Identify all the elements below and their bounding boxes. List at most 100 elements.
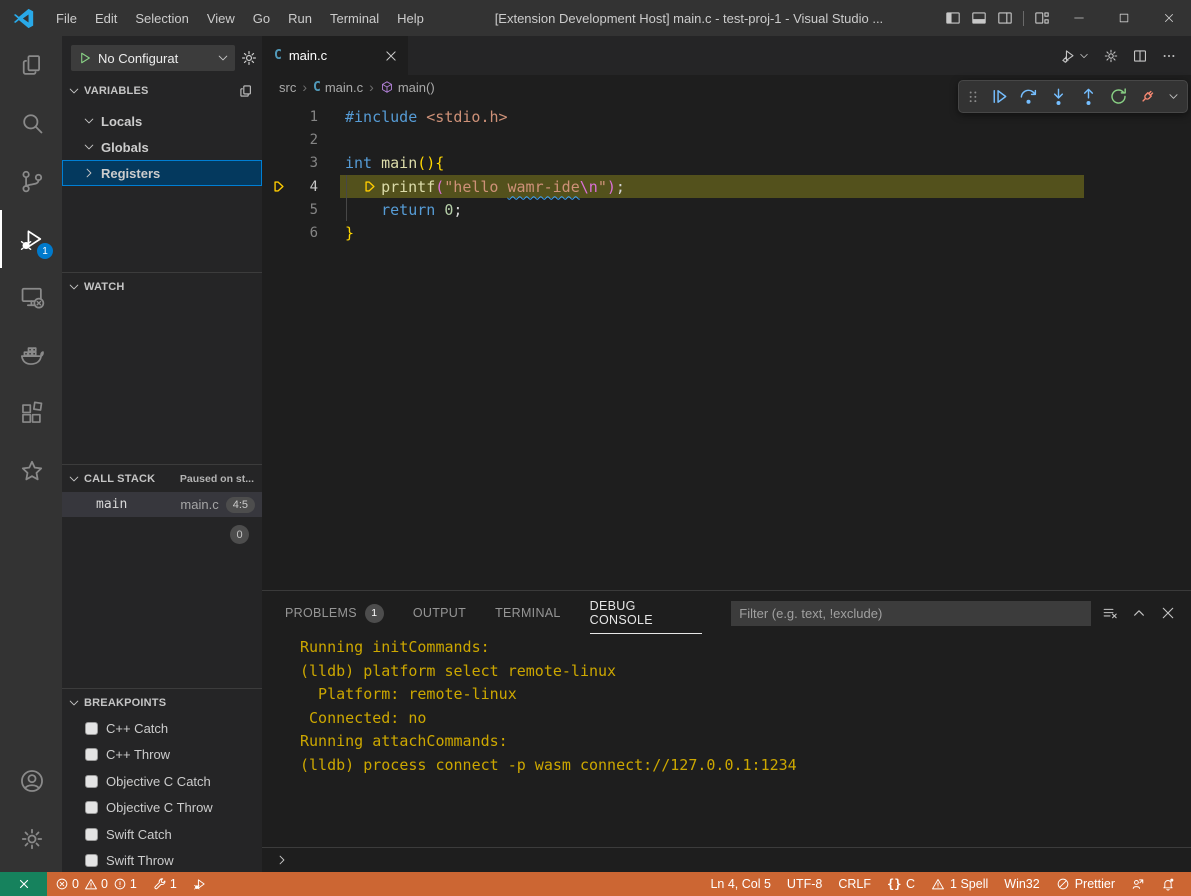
statusbar-cursor-position[interactable]: Ln 4, Col 5 <box>702 872 778 896</box>
statusbar-notifications[interactable] <box>1153 872 1183 896</box>
menu-view[interactable]: View <box>198 0 244 36</box>
menu-run[interactable]: Run <box>279 0 321 36</box>
menu-file[interactable]: File <box>47 0 86 36</box>
activity-search[interactable] <box>0 94 62 152</box>
activity-remote-explorer[interactable] <box>0 268 62 326</box>
breakpoint-checkbox[interactable] <box>85 828 98 841</box>
console-filter-input[interactable] <box>731 601 1091 626</box>
statusbar-encoding[interactable]: UTF-8 <box>779 872 830 896</box>
status-part: 1 <box>113 877 137 891</box>
menu-edit[interactable]: Edit <box>86 0 126 36</box>
breakpoint-checkbox[interactable] <box>85 801 98 814</box>
debug-chevron-down-icon[interactable] <box>1167 86 1180 107</box>
scope-locals[interactable]: Locals <box>62 108 262 134</box>
search-icon <box>19 110 45 136</box>
breakpoint-checkbox[interactable] <box>85 854 98 867</box>
panel-tab-terminal[interactable]: TERMINAL <box>495 599 561 627</box>
code-text: return 0; <box>318 201 462 219</box>
statusbar-tools-status[interactable]: 1 <box>145 872 185 896</box>
run-or-debug-button[interactable] <box>1061 48 1090 64</box>
breakpoint-row[interactable]: Swift Catch <box>62 821 262 848</box>
statusbar-feedback[interactable] <box>1123 872 1153 896</box>
debug-config-dropdown[interactable]: No Configurat <box>71 45 235 71</box>
menu-terminal[interactable]: Terminal <box>321 0 388 36</box>
statusbar-formatter[interactable]: Prettier <box>1048 872 1123 896</box>
code-editor[interactable]: 1#include <stdio.h>23int main(){4 printf… <box>262 99 1191 590</box>
breadcrumb-item[interactable]: Cmain.c <box>313 80 363 95</box>
activity-extensions[interactable] <box>0 384 62 442</box>
statusbar-language-mode[interactable]: {}C <box>879 872 923 896</box>
breakpoint-row[interactable]: Swift Throw <box>62 848 262 875</box>
breakpoint-checkbox[interactable] <box>85 775 98 788</box>
debug-step-into-icon[interactable] <box>1048 86 1069 107</box>
debug-settings-gear-icon[interactable] <box>240 49 258 67</box>
statusbar-remote-indicator[interactable] <box>0 872 47 896</box>
breakpoint-checkbox[interactable] <box>85 748 98 761</box>
debug-step-out-icon[interactable] <box>1078 86 1099 107</box>
activity-explorer[interactable] <box>0 36 62 94</box>
clear-console-icon[interactable] <box>1102 605 1118 621</box>
breadcrumb-separator: › <box>302 79 307 95</box>
debug-console-input[interactable] <box>262 847 1191 872</box>
activity-docker[interactable] <box>0 326 62 384</box>
debug-disconnect-icon[interactable] <box>1137 86 1158 107</box>
watch-header[interactable]: WATCH <box>62 273 262 295</box>
breadcrumb-item[interactable]: main() <box>380 80 435 95</box>
statusbar-platform[interactable]: Win32 <box>996 872 1047 896</box>
breakpoints-header[interactable]: BREAKPOINTS <box>62 689 262 711</box>
debug-drag-grip-icon[interactable] <box>966 86 980 107</box>
variables-header[interactable]: VARIABLES <box>62 80 262 102</box>
vscode-window: { "window": { "title": "[Extension Devel… <box>0 0 1191 896</box>
debug-restart-icon[interactable] <box>1108 86 1129 107</box>
close-panel-icon[interactable] <box>1160 605 1176 621</box>
copy-icon[interactable] <box>238 83 254 99</box>
stack-frame-row[interactable]: main main.c 4:5 <box>62 492 262 517</box>
call-stack-header[interactable]: CALL STACK Paused on st... <box>62 465 262 487</box>
breakpoint-row[interactable]: C++ Catch <box>62 715 262 742</box>
close-button[interactable] <box>1146 0 1191 36</box>
activity-badge: 1 <box>37 243 53 259</box>
more-actions-icon[interactable] <box>1161 48 1177 64</box>
toggle-panel-icon[interactable] <box>971 10 987 26</box>
minimize-button[interactable] <box>1056 0 1101 36</box>
toggle-secondary-sidebar-icon[interactable] <box>997 10 1013 26</box>
debug-run-icon[interactable] <box>1061 48 1077 64</box>
debug-step-over-icon[interactable] <box>1018 86 1039 107</box>
statusbar-spell-checker[interactable]: 1 Spell <box>923 872 996 896</box>
editor-settings-gear-icon[interactable] <box>1103 48 1119 64</box>
activity-accounts[interactable] <box>0 752 62 810</box>
start-debugging-icon[interactable] <box>77 50 93 66</box>
maximize-button[interactable] <box>1101 0 1146 36</box>
panel-tab-debug-console[interactable]: DEBUG CONSOLE <box>590 592 703 634</box>
debug-console-output[interactable]: Running initCommands:(lldb) platform sel… <box>262 635 1191 847</box>
statusbar-debug-status[interactable] <box>185 872 215 896</box>
statusbar-eol[interactable]: CRLF <box>830 872 879 896</box>
breakpoint-checkbox[interactable] <box>85 722 98 735</box>
scope-registers[interactable]: Registers <box>62 160 262 186</box>
tab-main-c[interactable]: C main.c <box>262 36 408 75</box>
close-tab-icon[interactable] <box>384 49 398 63</box>
breakpoint-row[interactable]: Objective C Throw <box>62 795 262 822</box>
activity-bookmarks[interactable] <box>0 442 62 500</box>
breadcrumb-item[interactable]: src <box>279 80 296 95</box>
split-editor-icon[interactable] <box>1132 48 1148 64</box>
scope-globals[interactable]: Globals <box>62 134 262 160</box>
activity-manage[interactable] <box>0 810 62 868</box>
breakpoint-label: C++ Catch <box>106 721 168 736</box>
customize-layout-icon[interactable] <box>1034 10 1050 26</box>
menu-selection[interactable]: Selection <box>126 0 197 36</box>
maximize-panel-icon[interactable] <box>1131 605 1147 621</box>
activity-source-control[interactable] <box>0 152 62 210</box>
panel-tab-problems[interactable]: PROBLEMS1 <box>285 597 384 630</box>
panel-tab-output[interactable]: OUTPUT <box>413 599 466 627</box>
activity-run-and-debug[interactable]: 1 <box>0 210 62 268</box>
statusbar-problems-summary[interactable]: 001 <box>47 872 145 896</box>
breakpoint-row[interactable]: Objective C Catch <box>62 768 262 795</box>
toggle-sidebar-icon[interactable] <box>945 10 961 26</box>
menu-go[interactable]: Go <box>244 0 279 36</box>
breakpoint-row[interactable]: C++ Throw <box>62 742 262 769</box>
line-number: 3 <box>300 155 318 171</box>
menu-help[interactable]: Help <box>388 0 433 36</box>
debug-continue-icon[interactable] <box>989 86 1010 107</box>
chevron-down-icon[interactable] <box>1078 50 1090 62</box>
